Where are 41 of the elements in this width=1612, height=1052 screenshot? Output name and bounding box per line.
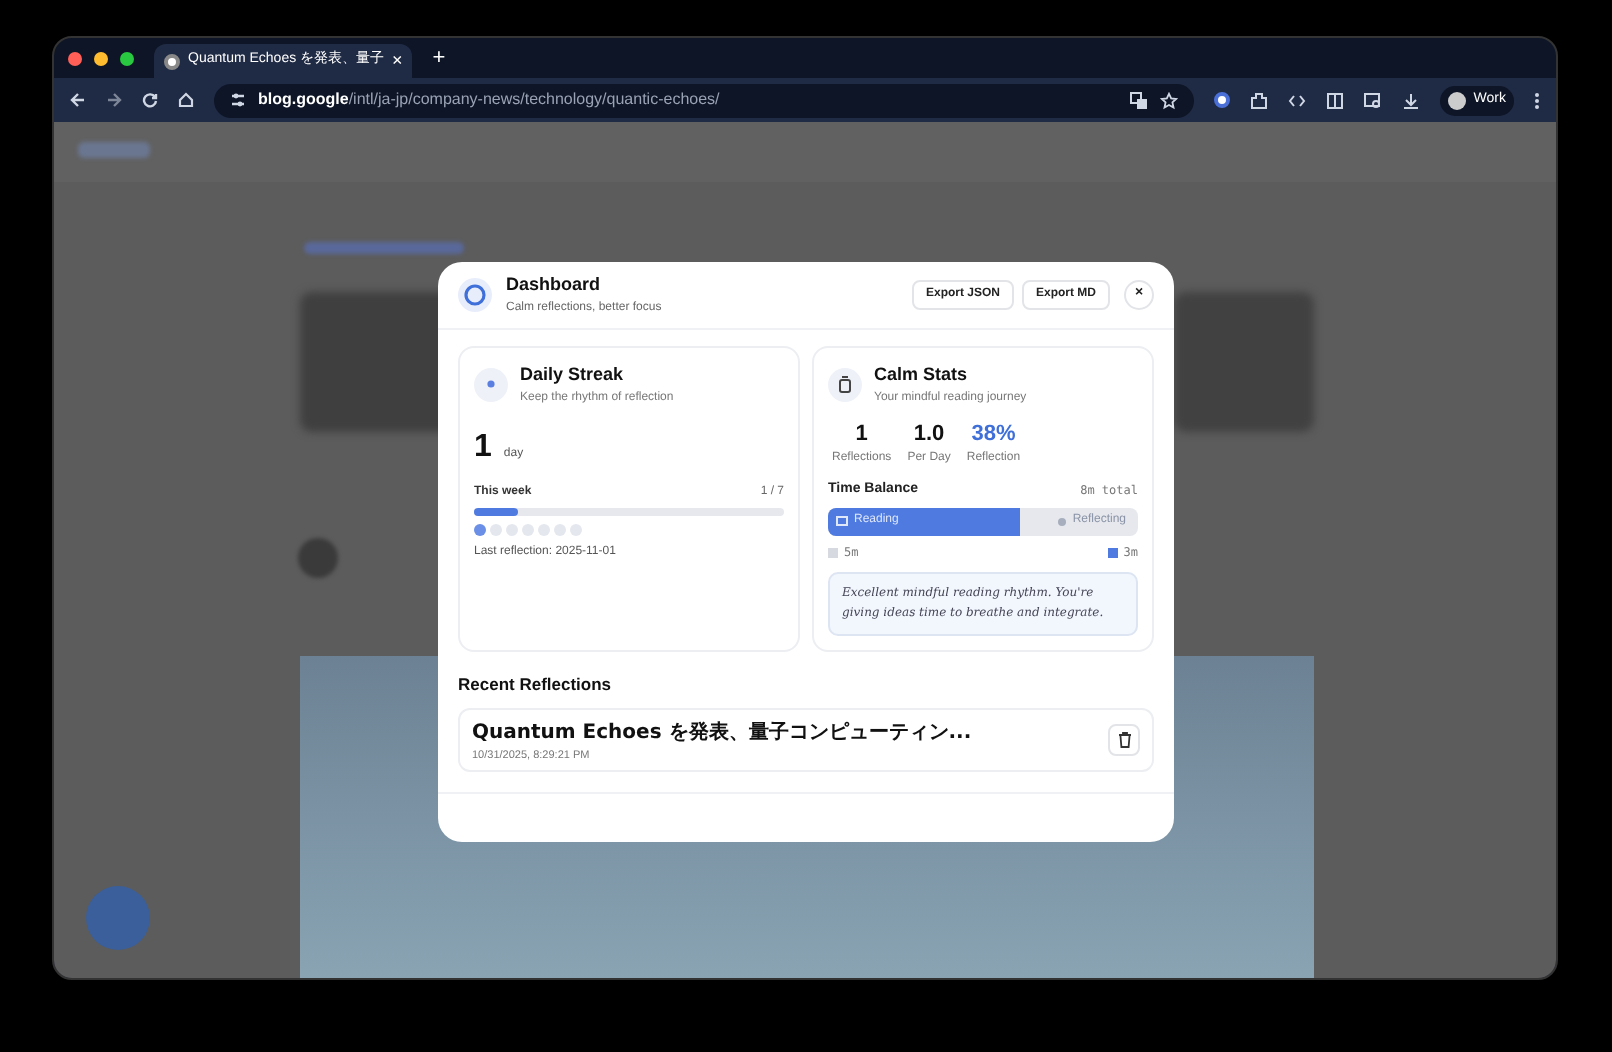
- metric-value: 1: [855, 419, 868, 449]
- star-icon[interactable]: [1159, 91, 1178, 109]
- section-title: Recent Reflections: [456, 671, 614, 697]
- download-icon[interactable]: [1401, 91, 1420, 109]
- minimize-window-icon[interactable]: [94, 51, 108, 65]
- blurred-heading: [1174, 292, 1314, 432]
- forward-icon[interactable]: [106, 92, 122, 108]
- new-tab-button[interactable]: +: [432, 41, 446, 75]
- card-title: Calm Stats: [874, 362, 970, 388]
- close-window-icon[interactable]: [68, 51, 82, 65]
- code-icon[interactable]: [1287, 91, 1306, 109]
- site-settings-icon[interactable]: [230, 92, 246, 108]
- translate-icon[interactable]: [1129, 91, 1148, 109]
- reader-icon[interactable]: [1325, 91, 1344, 109]
- metric-value: 38%: [971, 419, 1016, 449]
- trash-icon: [1117, 732, 1131, 749]
- search-tab-icon[interactable]: [1363, 91, 1382, 109]
- puzzle-icon[interactable]: [1249, 91, 1268, 109]
- blurred-avatar: [298, 538, 338, 578]
- legend-swatch: [828, 547, 838, 557]
- card-title: Daily Streak: [520, 362, 626, 388]
- reload-icon[interactable]: [142, 92, 158, 108]
- legend-swatch: [1107, 547, 1118, 557]
- maximize-window-icon[interactable]: [120, 51, 134, 65]
- delete-button[interactable]: [1108, 724, 1140, 757]
- menu-icon[interactable]: [1534, 91, 1540, 109]
- address-bar[interactable]: blog.google/intl/ja-jp/company-news/technology/quantic-echoes/: [214, 83, 1194, 117]
- metric-value: 1.0: [913, 419, 945, 449]
- extension-icon[interactable]: [1213, 92, 1230, 108]
- close-tab-button[interactable]: ×: [392, 47, 403, 75]
- blurred-logo: [78, 142, 150, 158]
- book-icon: [836, 516, 848, 526]
- url-text: blog.google/intl/ja-jp/company-news/technology/quantic-echoes/: [258, 88, 722, 112]
- dialog-title: Dashboard: [506, 272, 603, 299]
- jar-icon: [828, 367, 862, 402]
- reflection-title: Quantum Echoes を発表、量子コンピューティン...: [472, 719, 974, 748]
- home-icon[interactable]: [178, 92, 194, 108]
- back-icon[interactable]: [70, 92, 86, 108]
- ring-icon: [458, 278, 492, 312]
- streak-count: 1: [474, 427, 492, 467]
- avatar-icon: [1447, 91, 1466, 109]
